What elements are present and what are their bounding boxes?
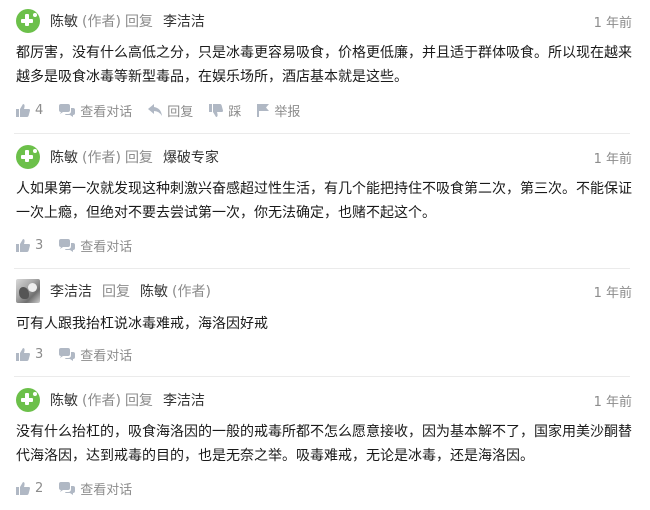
chat-bubbles-icon (59, 238, 76, 252)
view-conversation-label: 查看对话 (80, 239, 133, 255)
like-count: 2 (35, 480, 44, 496)
comment-text: 没有什么抬杠的，吸食海洛因的一般的戒毒所都不怎么愿意接收，因为基本解不了，国家用… (16, 424, 632, 464)
like-button[interactable]: 4 (16, 103, 43, 118)
author-name[interactable]: 陈敏 (50, 147, 78, 167)
comment-actions: 3 查看对话 (16, 235, 148, 255)
reply-word: 回复 (102, 284, 130, 300)
divider (14, 376, 630, 377)
reply-button[interactable]: 回复 (148, 101, 193, 120)
user-avatar[interactable] (16, 145, 40, 169)
like-button[interactable]: 3 (16, 347, 43, 362)
reply-target-name[interactable]: 李洁洁 (163, 390, 205, 410)
thumbs-up-icon (16, 347, 30, 361)
author-name[interactable]: 陈敏 (50, 390, 78, 410)
like-button[interactable]: 3 (16, 238, 43, 253)
divider (14, 133, 630, 134)
flag-icon (257, 103, 270, 117)
reply-word: 回复 (124, 150, 153, 166)
comment-time: 1 年前 (593, 151, 632, 167)
author-name[interactable]: 陈敏 (50, 11, 78, 31)
thumbs-up-icon (16, 103, 30, 117)
reply-target-name[interactable]: 李洁洁 (163, 11, 205, 31)
reply-label: 回复 (167, 104, 194, 120)
author-op-tag: (作者) (82, 393, 121, 409)
like-button[interactable]: 2 (16, 481, 43, 496)
comment-text: 人如果第一次就发现这种刺激兴奋感超过性生活，有几个能把持住不吸食第二次，第三次。… (16, 181, 632, 221)
thumbs-up-icon (16, 238, 30, 252)
chat-bubbles-icon (59, 103, 76, 117)
reply-word: 回复 (124, 393, 153, 409)
comment-header: 李洁洁 回复 陈敏 (作者) 1 年前 (16, 278, 632, 304)
comment-header: 陈敏 (作者) 回复 李洁洁 1 年前 (16, 8, 632, 34)
view-conversation-button[interactable]: 查看对话 (59, 236, 132, 255)
view-conversation-label: 查看对话 (80, 104, 133, 120)
comment-time: 1 年前 (593, 285, 632, 301)
target-op-tag: (作者) (172, 284, 211, 300)
view-conversation-label: 查看对话 (80, 348, 133, 364)
view-conversation-button[interactable]: 查看对话 (59, 345, 132, 364)
like-count: 3 (35, 237, 44, 253)
reply-target-name[interactable]: 爆破专家 (163, 147, 219, 167)
view-conversation-button[interactable]: 查看对话 (59, 479, 132, 498)
reply-word: 回复 (124, 14, 153, 30)
chat-bubbles-icon (59, 347, 76, 361)
chat-bubbles-icon (59, 481, 76, 495)
comment-header: 陈敏 (作者) 回复 李洁洁 1 年前 (16, 387, 632, 413)
reply-arrow-icon (148, 104, 163, 116)
thumbs-down-icon (209, 103, 224, 117)
user-avatar[interactable] (16, 279, 40, 303)
reply-target-name[interactable]: 陈敏 (140, 281, 168, 301)
author-op-tag: (作者) (82, 150, 121, 166)
view-conversation-button[interactable]: 查看对话 (59, 101, 132, 120)
comment-actions: 4 查看对话 回复 踩 举报 (16, 100, 316, 120)
comment-text: 可有人跟我抬杠说冰毒难戒，海洛因好戒 (16, 316, 268, 332)
dislike-button[interactable]: 踩 (209, 101, 241, 120)
user-avatar[interactable] (16, 388, 40, 412)
report-button[interactable]: 举报 (257, 101, 300, 120)
comment-header: 陈敏 (作者) 回复 爆破专家 1 年前 (16, 144, 632, 170)
comment-time: 1 年前 (593, 15, 632, 31)
user-avatar[interactable] (16, 9, 40, 33)
comment-time: 1 年前 (593, 394, 632, 410)
report-label: 举报 (274, 104, 301, 120)
dislike-label: 踩 (228, 104, 242, 120)
comment-text: 都厉害，没有什么高低之分，只是冰毒更容易吸食，价格更低廉，并且适于群体吸食。所以… (16, 45, 632, 85)
view-conversation-label: 查看对话 (80, 482, 133, 498)
divider (14, 268, 630, 269)
like-count: 3 (35, 346, 44, 362)
comment-actions: 2 查看对话 (16, 478, 148, 498)
comment-actions: 3 查看对话 (16, 344, 148, 364)
like-count: 4 (35, 102, 44, 118)
author-name[interactable]: 李洁洁 (50, 281, 92, 301)
thumbs-up-icon (16, 481, 30, 495)
author-op-tag: (作者) (82, 14, 121, 30)
